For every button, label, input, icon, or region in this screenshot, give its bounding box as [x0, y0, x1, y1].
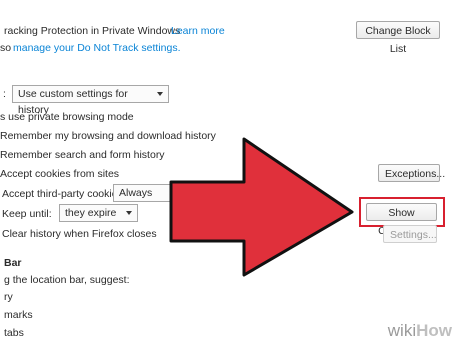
third-party-value: Always — [119, 187, 153, 199]
location-bar-heading: Bar — [4, 257, 22, 269]
third-party-label: Accept third-party cookies: — [2, 188, 126, 200]
history-label-fragment: : — [3, 88, 6, 100]
watermark-how: How — [416, 321, 452, 340]
dnt-prefix-text: so — [0, 42, 12, 54]
accept-cookies-option[interactable]: Accept cookies from sites — [0, 168, 119, 180]
third-party-select[interactable]: Always — [113, 184, 193, 202]
learn-more-link[interactable]: Learn more — [171, 25, 225, 37]
chevron-down-icon — [126, 211, 132, 215]
tracking-protection-text: racking Protection in Private Windows — [4, 25, 181, 37]
suggest-bookmarks-option[interactable]: marks — [4, 309, 33, 321]
show-cookies-highlight-box — [359, 197, 445, 227]
chevron-down-icon — [157, 92, 163, 96]
settings-button[interactable]: Settings... — [383, 225, 437, 243]
change-block-list-button[interactable]: Change Block List — [356, 21, 440, 55]
suggest-history-option[interactable]: ry — [4, 291, 13, 303]
remember-search-option[interactable]: Remember search and form history — [0, 149, 165, 161]
suggest-tabs-option[interactable]: tabs — [4, 327, 24, 339]
wikihow-watermark: wikiHow — [388, 321, 452, 341]
keep-until-value: they expire — [65, 207, 117, 219]
clear-history-option[interactable]: Clear history when Firefox closes — [2, 228, 157, 240]
keep-until-label: Keep until: — [2, 208, 52, 220]
always-private-option[interactable]: s use private browsing mode — [0, 111, 134, 123]
manage-dnt-link[interactable]: manage your Do Not Track settings. — [13, 42, 181, 54]
exceptions-button[interactable]: Exceptions... — [378, 164, 445, 182]
watermark-wiki: wiki — [387, 321, 417, 340]
keep-until-select[interactable]: they expire — [59, 204, 138, 222]
history-mode-select[interactable]: Use custom settings for history — [12, 85, 169, 116]
remember-browsing-option[interactable]: Remember my browsing and download histor… — [0, 130, 216, 142]
location-bar-suggest-text: g the location bar, suggest: — [4, 274, 130, 286]
